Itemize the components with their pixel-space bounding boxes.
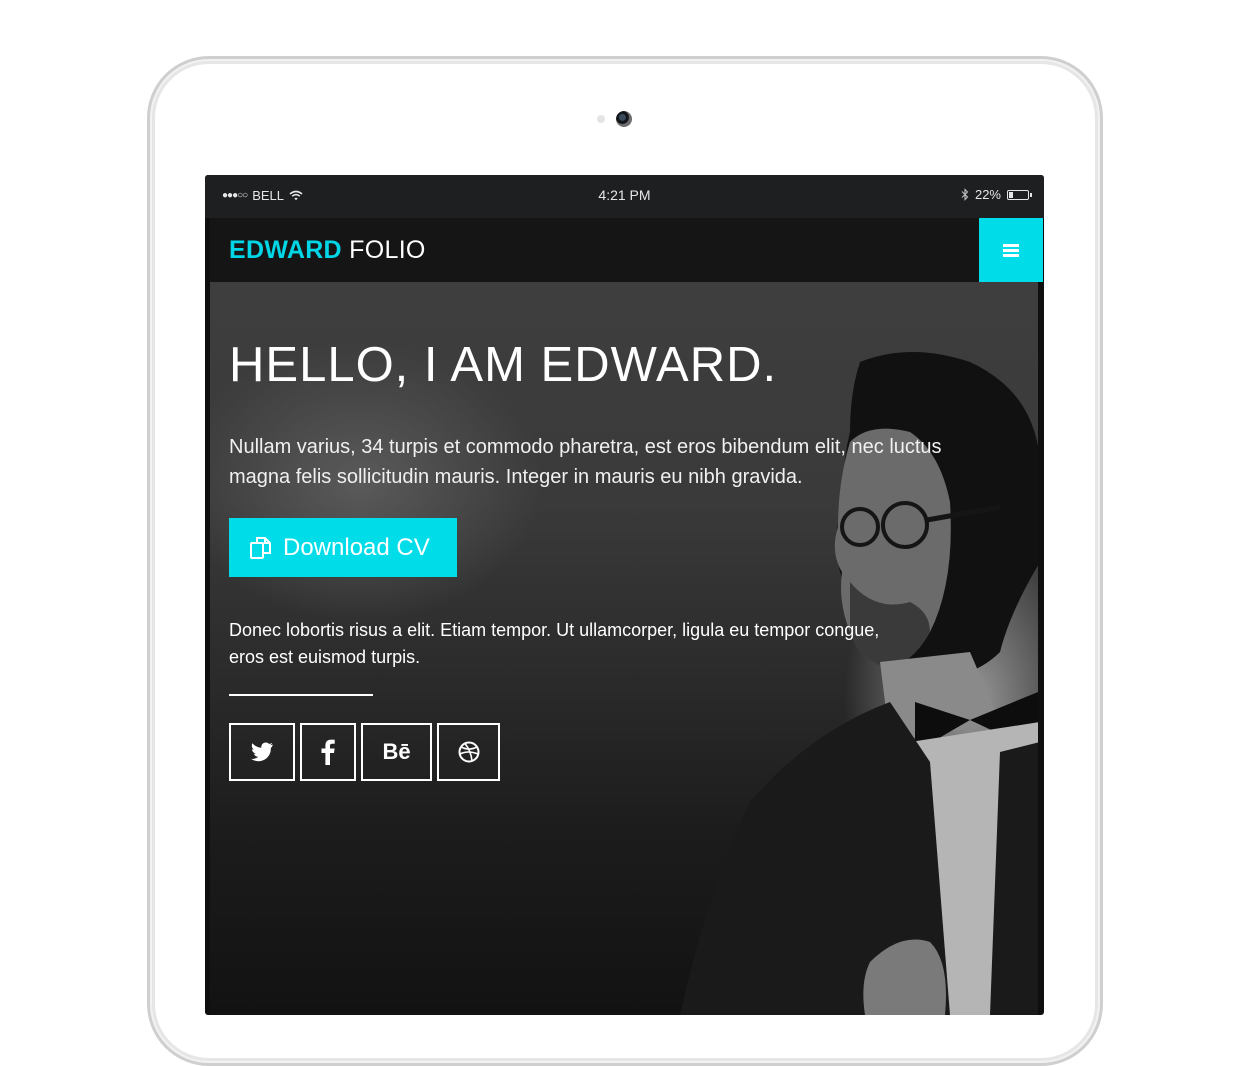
brand-logo[interactable]: EDWARD FOLIO — [229, 236, 426, 265]
behance-icon: Bē — [382, 739, 411, 764]
hero-section: HELLO, I AM EDWARD. Nullam varius, 34 tu… — [210, 282, 1038, 1015]
facebook-button[interactable] — [300, 723, 356, 781]
status-time: 4:21 PM — [598, 187, 651, 203]
status-right: 22% — [961, 187, 1032, 202]
behance-button[interactable]: Bē — [361, 723, 432, 781]
light-sensor — [597, 115, 605, 123]
bluetooth-icon — [961, 188, 969, 201]
facebook-icon — [321, 739, 335, 765]
top-navbar: EDWARD FOLIO — [210, 218, 1043, 282]
hero-heading: HELLO, I AM EDWARD. — [229, 338, 778, 392]
dribbble-button[interactable] — [437, 723, 500, 781]
status-bar: ●●●○○ BELL 4:21 PM 22% — [205, 175, 1044, 218]
brand-second-word: FOLIO — [341, 236, 426, 264]
download-cv-button[interactable]: Download CV — [229, 518, 457, 577]
twitter-button[interactable] — [229, 723, 295, 781]
front-camera — [616, 111, 632, 127]
download-cv-label: Download CV — [283, 533, 430, 561]
social-links: Bē — [229, 723, 500, 781]
twitter-icon — [251, 742, 273, 762]
hamburger-icon — [1003, 243, 1019, 257]
documents-icon — [250, 536, 271, 559]
brand-first-word: EDWARD — [229, 236, 342, 264]
divider — [229, 694, 373, 696]
hero-lead-text: Nullam varius, 34 turpis et commodo phar… — [229, 436, 942, 488]
battery-percent: 22% — [974, 187, 1001, 202]
battery-icon — [1007, 189, 1032, 200]
menu-button[interactable] — [979, 218, 1043, 282]
dribbble-icon — [458, 741, 479, 763]
hero-sub-text: Donec lobortis risus a elit. Etiam tempo… — [229, 620, 880, 667]
tablet-screen: ●●●○○ BELL 4:21 PM 22% EDWARD FOLIO HELL… — [205, 175, 1044, 1015]
